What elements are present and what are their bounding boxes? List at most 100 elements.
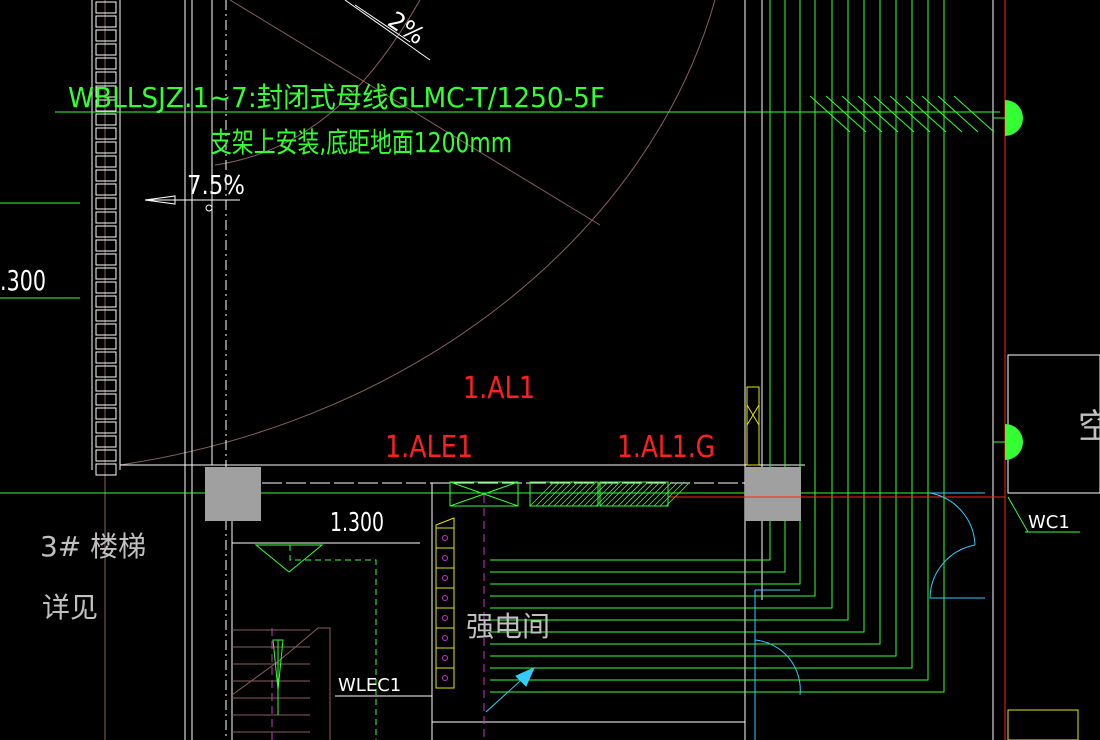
outlet-box (435, 547, 455, 569)
wall-hatch-block (95, 1, 117, 14)
panel-hatch (611, 481, 637, 507)
cyan-arrow-icon (485, 667, 535, 713)
wall-hatch-block (95, 43, 117, 56)
wall-hatch-block (95, 183, 117, 196)
wall-hatch-block (95, 365, 117, 378)
panel-hatch (565, 481, 591, 507)
elevation-label-left: .300 (0, 264, 46, 297)
panel-hatch (653, 481, 679, 507)
panel-hatch (589, 481, 615, 507)
wall-hatch-block (95, 113, 117, 126)
stair-handrail (231, 627, 331, 740)
wall-hatch-block (95, 239, 117, 252)
wall-hatch-block (95, 309, 117, 322)
wall-hatch-block (95, 127, 117, 140)
panel-hatch (583, 481, 609, 507)
outlet-box (435, 567, 455, 589)
outlet-dot (442, 655, 448, 661)
slope-label-left: 7.5% (187, 171, 245, 201)
panel-hatch (541, 481, 567, 507)
panel-hatch (535, 481, 561, 507)
panel-hatch (571, 481, 597, 507)
panel-hatch (635, 481, 661, 507)
room-label: 强电间 (466, 610, 550, 643)
room-label-right: 空 (1078, 407, 1100, 447)
wall-hatch-block (95, 15, 117, 28)
wall-hatch-block (95, 337, 117, 350)
busway-slash-marks (809, 95, 995, 133)
outlet-dot (442, 595, 448, 601)
stair-outline (254, 544, 377, 740)
wall-hatch-block (95, 267, 117, 280)
panel-hatch (629, 481, 655, 507)
outlet-dot (442, 675, 448, 681)
outlet-dot (442, 635, 448, 641)
slope-label-top: 2% (383, 6, 430, 51)
stair-treads (231, 627, 331, 740)
outlet-dot (442, 535, 448, 541)
wall-hatch-block (95, 57, 117, 70)
outlet-dot (442, 575, 448, 581)
elevation-label-mid: 1.300 (330, 508, 384, 538)
cad-drawing-canvas: WBLLSJZ.1~7:封闭式母线GLMC-T/1250-5F 支架上安装,底距… (0, 0, 1100, 740)
panel-hatch (559, 481, 585, 507)
slope-dot (205, 204, 213, 212)
outlet-box (435, 647, 455, 669)
panel-hatch (605, 481, 631, 507)
panel-hatch (599, 481, 625, 507)
outlet-column-icon (435, 517, 455, 689)
busway-annotation-line2: 支架上安装,底距地面1200mm (210, 126, 512, 159)
wall-hatch-block (95, 169, 117, 182)
yellow-marker (746, 386, 760, 466)
wall-hatch-block (95, 379, 117, 392)
wall-hatch-block (95, 463, 117, 476)
outlet-dot (442, 615, 448, 621)
wall-hatch-blocks (95, 1, 117, 476)
wall-hatch-block (95, 407, 117, 420)
wall-bell-icon (993, 100, 1023, 136)
panel-hatch (529, 481, 555, 507)
wc1-leader (1007, 496, 1029, 533)
panel-label-al1: 1.AL1 (463, 371, 535, 406)
outlet-box (435, 607, 455, 629)
panel-hatch (665, 481, 691, 507)
wall-hatch-block (95, 225, 117, 238)
panel-hatch (547, 481, 573, 507)
doors (754, 492, 985, 740)
slash-mark (953, 95, 995, 133)
wall-hatch-block (95, 155, 117, 168)
wall-hatch-block (95, 295, 117, 308)
wall-bell-icon (993, 424, 1023, 460)
busway-annotation-line1: WBLLSJZ.1~7:封闭式母线GLMC-T/1250-5F (68, 81, 605, 114)
wall-hatch-block (95, 141, 117, 154)
wall-hatch-block (95, 197, 117, 210)
circuit-label-wlec1: WLEC1 (338, 675, 401, 696)
column-block-right (745, 467, 801, 521)
panel-label-al1g: 1.AL1.G (617, 430, 715, 465)
panel-hatch (553, 481, 579, 507)
stair-note: 详见 (42, 591, 98, 624)
panel-hatch (623, 481, 649, 507)
wall-hatch-block (95, 29, 117, 42)
wall-hatch-block (95, 323, 117, 336)
wall-hatch-block (95, 253, 117, 266)
column-block-left (205, 467, 261, 521)
outlet-top (435, 517, 455, 529)
stair-label: 3# 楼梯 (40, 530, 146, 563)
panel-hatch (659, 481, 685, 507)
wall-hatch-block (95, 351, 117, 364)
outlet-box (435, 627, 455, 649)
wall-hatch-block (95, 211, 117, 224)
wall-hatch-block (95, 281, 117, 294)
slash-mark (809, 95, 851, 133)
wall-hatch-block (95, 421, 117, 434)
panel-hatch (641, 481, 667, 507)
wall-hatch-block (95, 435, 117, 448)
floor-plan-drawing: WBLLSJZ.1~7:封闭式母线GLMC-T/1250-5F 支架上安装,底距… (0, 0, 1100, 740)
wall-hatch-block (95, 393, 117, 406)
ramp-curve (119, 0, 716, 466)
panel-label-ale1: 1.ALE1 (385, 430, 473, 465)
circuit-label-wc1: WC1 (1028, 512, 1070, 533)
outlet-box (435, 667, 455, 689)
wall-hatch-block (95, 449, 117, 462)
